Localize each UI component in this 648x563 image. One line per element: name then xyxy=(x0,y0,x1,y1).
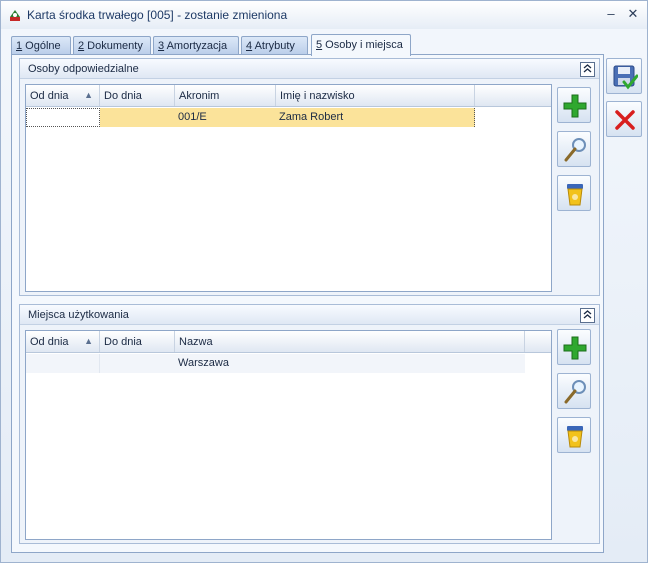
window: Karta środka trwałego [005] - zostanie z… xyxy=(0,0,648,563)
col-header-label: Od dnia xyxy=(30,90,69,102)
places-section: Miejsca użytkowania Od dnia ▲ Do dnia Na… xyxy=(19,304,600,544)
col-header-label: Nazwa xyxy=(179,336,213,348)
places-section-header: Miejsca użytkowania xyxy=(20,305,599,325)
places-grid-header: Od dnia ▲ Do dnia Nazwa xyxy=(26,331,551,353)
chevron-up-icon xyxy=(583,64,592,73)
trash-icon xyxy=(567,426,583,448)
col-header-nazwa[interactable]: Nazwa xyxy=(175,331,525,352)
tab-label: Dokumenty xyxy=(84,40,143,52)
add-place-button[interactable] xyxy=(557,329,591,365)
persons-grid[interactable]: Od dnia ▲ Do dnia Akronim Imię i nazwisk… xyxy=(25,84,552,292)
save-button[interactable] xyxy=(606,58,642,94)
cell-do-dnia[interactable] xyxy=(100,108,175,127)
col-header-imie-nazwisko[interactable]: Imię i nazwisko xyxy=(276,85,475,106)
title-bar: Karta środka trwałego [005] - zostanie z… xyxy=(1,1,647,29)
delete-person-button[interactable] xyxy=(557,175,591,211)
edit-place-button[interactable] xyxy=(557,373,591,409)
col-header-label: Do dnia xyxy=(104,336,142,348)
minimize-button[interactable]: – xyxy=(601,5,621,23)
cell-od-dnia[interactable] xyxy=(26,108,100,127)
tab-amortyzacja[interactable]: 3 Amortyzacja xyxy=(153,36,239,55)
add-person-button[interactable] xyxy=(557,87,591,123)
cancel-button[interactable] xyxy=(606,101,642,137)
magnifier-icon xyxy=(564,138,586,162)
tab-label: Atrybuty xyxy=(252,40,295,52)
sort-asc-icon: ▲ xyxy=(84,336,93,346)
tab-dokumenty[interactable]: 2 Dokumenty xyxy=(73,36,151,55)
collapse-places-button[interactable] xyxy=(580,308,595,323)
plus-icon xyxy=(563,336,587,360)
tab-label: Amortyzacja xyxy=(164,40,228,52)
cell-akronim[interactable]: 001/E xyxy=(175,108,276,127)
col-header-label: Imię i nazwisko xyxy=(280,90,355,102)
places-section-title: Miejsca użytkowania xyxy=(28,309,129,321)
table-row[interactable]: 001/E Zama Robert xyxy=(26,108,475,127)
magnifier-icon xyxy=(564,380,586,404)
col-header-akronim[interactable]: Akronim xyxy=(175,85,276,106)
persons-grid-header: Od dnia ▲ Do dnia Akronim Imię i nazwisk… xyxy=(26,85,551,107)
col-header-od-dnia[interactable]: Od dnia ▲ xyxy=(26,85,100,106)
persons-section: Osoby odpowiedzialne Od dnia ▲ Do dnia A… xyxy=(19,58,600,296)
delete-place-button[interactable] xyxy=(557,417,591,453)
tab-osoby-i-miejsca[interactable]: 5 Osoby i miejsca xyxy=(311,34,411,56)
places-grid[interactable]: Od dnia ▲ Do dnia Nazwa Warszawa xyxy=(25,330,552,540)
tab-ogolne[interactable]: 1 Ogólne xyxy=(11,36,71,55)
edit-person-button[interactable] xyxy=(557,131,591,167)
col-header-label: Do dnia xyxy=(104,90,142,102)
window-title: Karta środka trwałego [005] - zostanie z… xyxy=(27,8,288,22)
trash-icon xyxy=(567,184,583,206)
col-header-label: Od dnia xyxy=(30,336,69,348)
collapse-persons-button[interactable] xyxy=(580,62,595,77)
persons-section-header: Osoby odpowiedzialne xyxy=(20,59,599,79)
persons-section-title: Osoby odpowiedzialne xyxy=(28,63,139,75)
close-button[interactable]: ✕ xyxy=(623,5,643,23)
chevron-up-icon xyxy=(583,310,592,319)
app-icon xyxy=(10,10,20,21)
save-icon xyxy=(613,65,638,90)
tab-label: Osoby i miejsca xyxy=(322,39,403,51)
table-row[interactable]: Warszawa xyxy=(26,354,525,373)
plus-icon xyxy=(563,94,587,118)
cell-imie-nazwisko[interactable]: Zama Robert xyxy=(276,108,475,127)
tab-atrybuty[interactable]: 4 Atrybuty xyxy=(241,36,308,55)
cell-od-dnia[interactable] xyxy=(26,354,100,373)
tab-panel: Osoby odpowiedzialne Od dnia ▲ Do dnia A… xyxy=(11,54,604,553)
col-header-do-dnia[interactable]: Do dnia xyxy=(100,85,175,106)
sort-asc-icon: ▲ xyxy=(84,90,93,100)
cell-nazwa[interactable]: Warszawa xyxy=(175,354,525,373)
col-header-label: Akronim xyxy=(179,90,220,102)
cancel-icon xyxy=(615,110,635,130)
col-header-do-dnia[interactable]: Do dnia xyxy=(100,331,175,352)
col-header-od-dnia[interactable]: Od dnia ▲ xyxy=(26,331,100,352)
cell-do-dnia[interactable] xyxy=(100,354,175,373)
tab-label: Ogólne xyxy=(22,40,61,52)
